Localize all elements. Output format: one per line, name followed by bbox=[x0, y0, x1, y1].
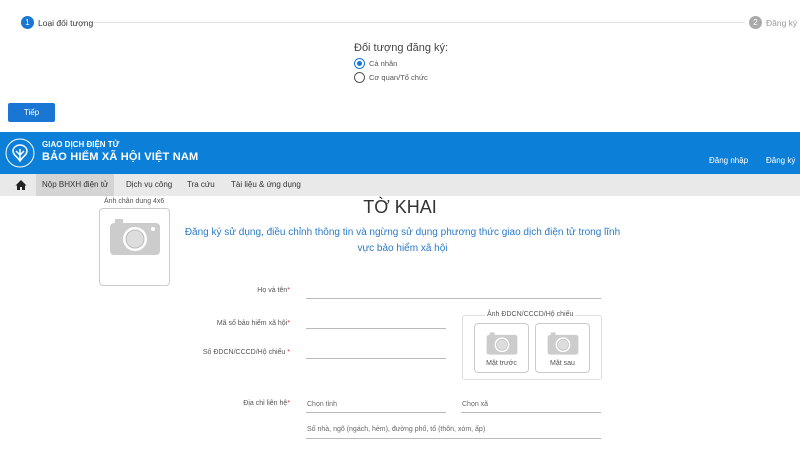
step-1-circle: 1 bbox=[21, 16, 34, 29]
name-input[interactable] bbox=[306, 298, 601, 299]
radio-organization[interactable] bbox=[354, 72, 365, 83]
step-2-label: Đăng ký bbox=[766, 18, 798, 28]
id-back-upload[interactable]: Mặt sau bbox=[535, 323, 590, 373]
id-back-label: Mặt sau bbox=[550, 360, 575, 367]
form-subtitle: Đăng ký sử dụng, điều chỉnh thông tin và… bbox=[184, 227, 621, 254]
label-name: Họ và tên* bbox=[257, 287, 290, 294]
label-ssn: Mã số bảo hiểm xã hội* bbox=[216, 320, 290, 327]
province-underline bbox=[306, 412, 446, 413]
camera-icon bbox=[110, 219, 160, 255]
nav-item-nop-bhxh[interactable]: Nộp BHXH điện tử bbox=[36, 174, 115, 196]
header-line2: BẢO HIỂM XÃ HỘI VIỆT NAM bbox=[42, 151, 199, 163]
step-1-label: Loại đối tượng bbox=[38, 18, 94, 28]
camera-icon bbox=[486, 332, 518, 355]
street-underline bbox=[306, 438, 601, 439]
nav-item-dich-vu-cong[interactable]: Dịch vụ công bbox=[120, 174, 178, 196]
radio-individual-label[interactable]: Cá nhân bbox=[369, 59, 397, 68]
login-link[interactable]: Đăng nhập bbox=[709, 156, 748, 165]
nav-item-tai-lieu[interactable]: Tài liệu & ứng dụng bbox=[225, 174, 307, 196]
street-input[interactable]: Số nhà, ngõ (ngách, hẻm), đường phố, tổ … bbox=[307, 426, 485, 433]
commune-select[interactable]: Chọn xã bbox=[462, 401, 488, 408]
nav-item-tra-cuu[interactable]: Tra cứu bbox=[181, 174, 221, 196]
id-front-upload[interactable]: Mặt trước bbox=[474, 323, 529, 373]
commune-underline bbox=[461, 412, 601, 413]
id-input[interactable] bbox=[306, 358, 446, 359]
header-line1: GIAO DỊCH ĐIỆN TỬ bbox=[42, 140, 120, 149]
label-id: Số ĐDCN/CCCD/Hộ chiếu * bbox=[202, 349, 290, 356]
ssn-input[interactable] bbox=[306, 328, 446, 329]
register-link[interactable]: Đăng ký bbox=[766, 156, 795, 165]
radio-organization-label[interactable]: Cơ quan/Tổ chức bbox=[369, 73, 428, 82]
form-title: TỜ KHAI bbox=[363, 197, 437, 217]
stepper-line bbox=[90, 22, 745, 23]
camera-icon bbox=[547, 332, 579, 355]
radio-individual[interactable] bbox=[354, 58, 365, 69]
id-front-label: Mặt trước bbox=[486, 360, 517, 367]
bhxh-logo-icon bbox=[5, 138, 35, 168]
portrait-upload[interactable] bbox=[99, 208, 170, 286]
portrait-label: Ảnh chân dung 4x6 bbox=[104, 198, 165, 205]
id-photo-legend: Ảnh ĐDCN/CCCD/Hộ chiếu bbox=[485, 311, 576, 318]
next-button[interactable]: Tiếp bbox=[8, 103, 55, 122]
province-select[interactable]: Chọn tỉnh bbox=[307, 401, 337, 408]
label-address: Địa chỉ liên hệ* bbox=[243, 400, 290, 407]
step-2-circle: 2 bbox=[749, 16, 762, 29]
home-icon[interactable] bbox=[15, 179, 27, 191]
subject-title: Đối tượng đăng ký: bbox=[354, 42, 449, 54]
